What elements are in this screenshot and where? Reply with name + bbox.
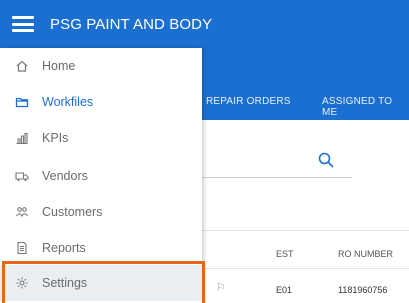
navigation-drawer: Home Workfiles KPIs Vendors Customers Re…: [0, 48, 202, 303]
sidebar-item-home[interactable]: Home: [0, 48, 202, 84]
sidebar-item-reports[interactable]: Reports: [0, 230, 202, 266]
folder-icon: [15, 95, 29, 109]
tab-assigned-to-me[interactable]: ASSIGNED TO ME: [322, 96, 409, 118]
gear-icon: [15, 276, 29, 290]
menu-icon[interactable]: [12, 16, 34, 32]
app-title: PSG PAINT AND BODY: [50, 15, 213, 33]
sidebar-item-label: Settings: [42, 276, 88, 290]
sidebar-item-vendors[interactable]: Vendors: [0, 158, 202, 194]
bar-chart-icon: [15, 131, 29, 145]
home-icon: [15, 59, 29, 73]
sidebar-item-label: Home: [42, 59, 76, 73]
sidebar-item-label: Reports: [42, 241, 86, 255]
sidebar-item-label: Workfiles: [42, 95, 94, 109]
divider: [202, 268, 409, 269]
column-header-ro-number[interactable]: RO NUMBER: [338, 249, 393, 259]
sidebar-item-label: KPIs: [42, 131, 69, 145]
sidebar-item-label: Vendors: [42, 169, 88, 183]
sidebar-item-customers[interactable]: Customers: [0, 194, 202, 230]
table-cell-ro-number: 1181960756: [338, 285, 388, 295]
users-icon: [15, 205, 29, 219]
tab-repair-orders[interactable]: REPAIR ORDERS: [206, 96, 291, 107]
sidebar-item-kpis[interactable]: KPIs: [0, 120, 202, 156]
divider: [202, 230, 409, 231]
sidebar-item-settings[interactable]: Settings: [0, 265, 202, 301]
document-icon: [15, 241, 29, 255]
app-bar: PSG PAINT AND BODY: [0, 0, 409, 48]
sidebar-item-label: Customers: [42, 205, 103, 219]
truck-icon: [15, 169, 29, 183]
sidebar-item-workfiles[interactable]: Workfiles: [0, 84, 202, 120]
column-header-est[interactable]: EST: [276, 249, 294, 259]
search-icon[interactable]: [317, 151, 335, 169]
flag-icon[interactable]: ⚐: [216, 281, 226, 294]
table-cell-est: E01: [276, 285, 293, 295]
